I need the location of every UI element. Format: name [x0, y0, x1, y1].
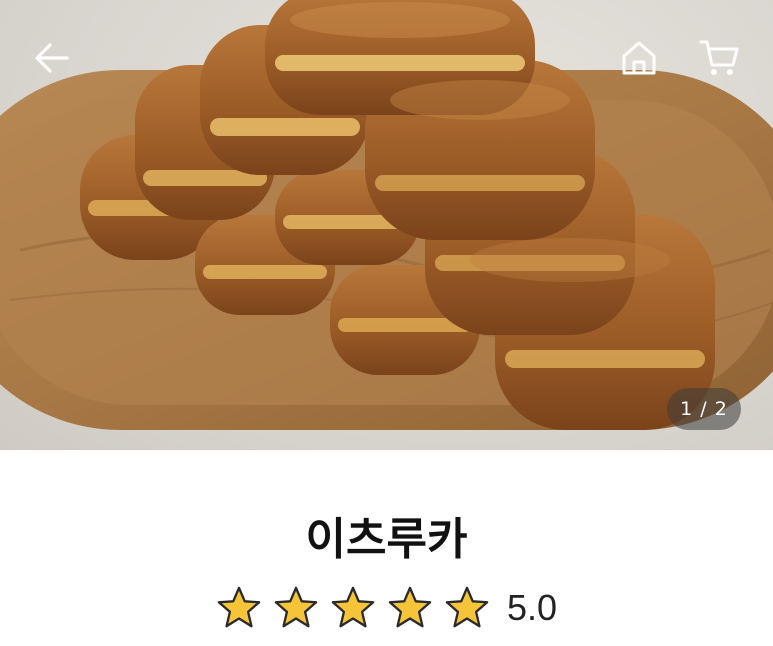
home-icon — [622, 41, 656, 75]
cart-icon — [699, 40, 739, 75]
image-counter: 1 / 2 — [667, 388, 741, 430]
product-image-carousel[interactable]: 1 / 2 — [0, 0, 773, 450]
cart-button[interactable] — [696, 34, 744, 82]
image-counter-text: 1 / 2 — [680, 398, 728, 420]
home-button[interactable] — [615, 34, 663, 82]
rating-score: 5.0 — [506, 587, 558, 628]
star-icon — [331, 586, 375, 628]
arrow-left-icon — [35, 43, 69, 73]
star-icon — [274, 586, 318, 628]
product-rating: 5.0 — [0, 585, 773, 631]
star-icon — [217, 586, 261, 628]
star-icon — [388, 586, 432, 628]
star-icon — [445, 586, 489, 628]
product-title: 이츠루카 — [305, 514, 468, 565]
back-button[interactable] — [28, 34, 76, 82]
